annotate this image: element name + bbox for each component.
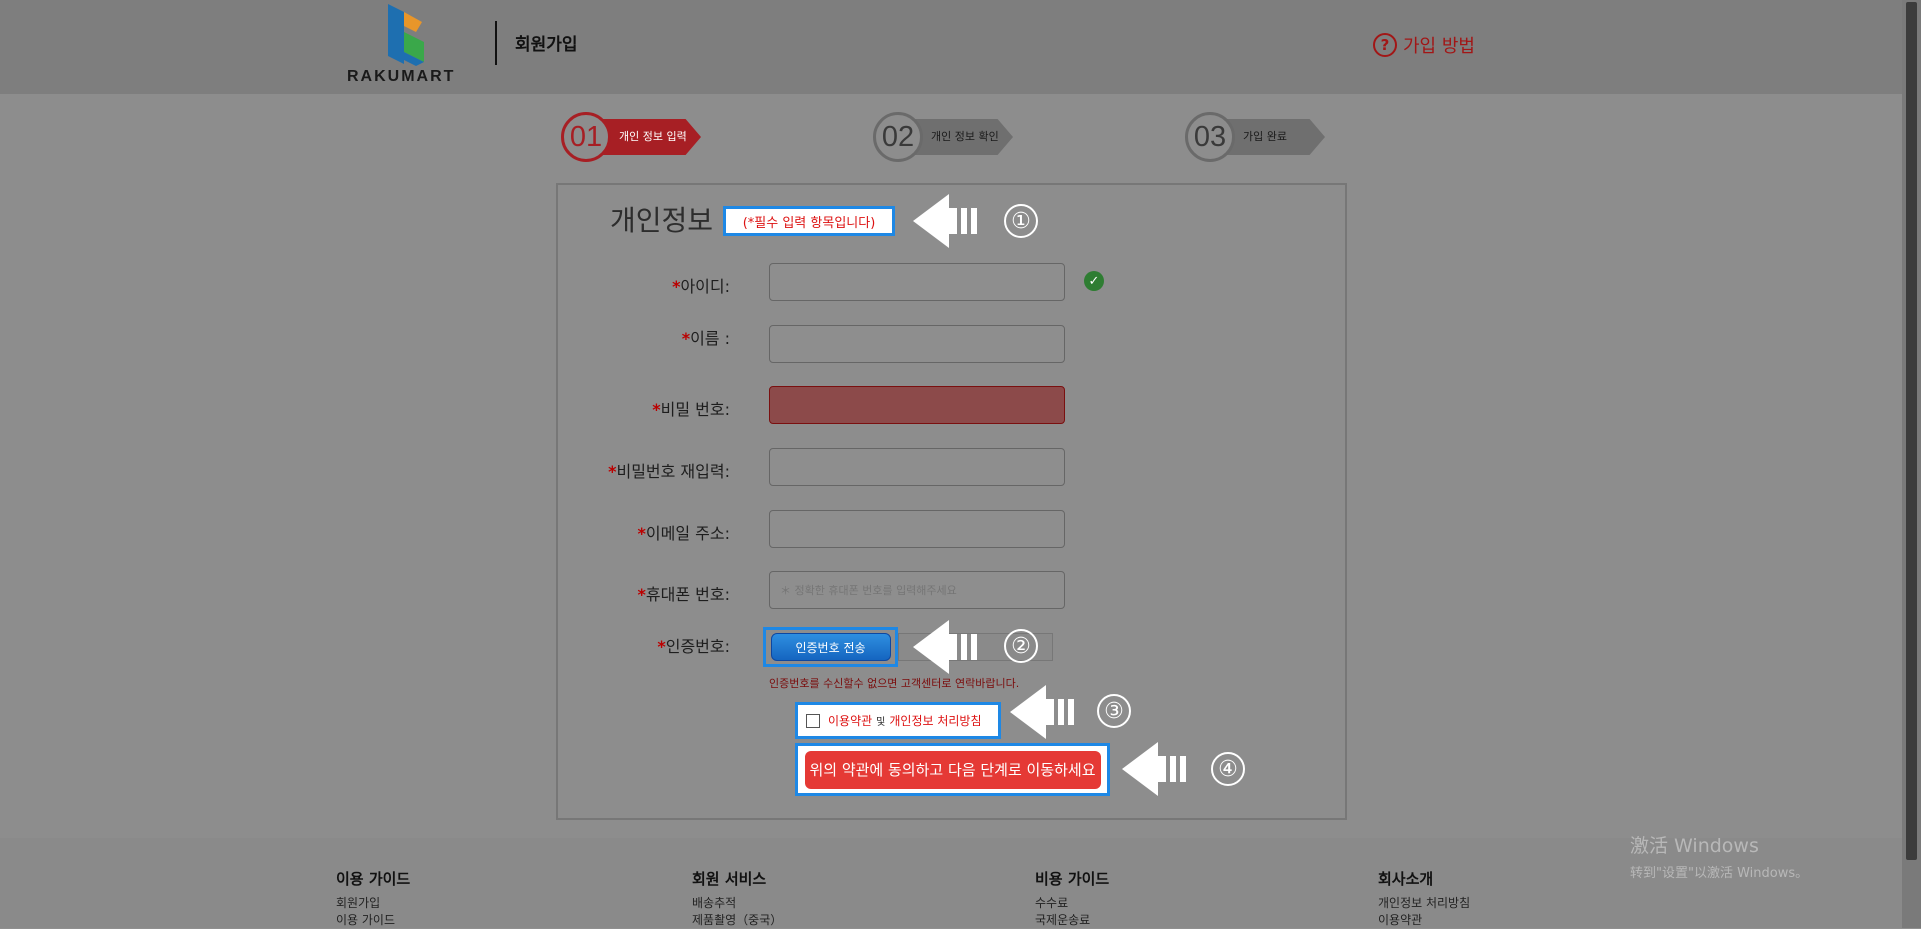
terms-and-text: 및 (876, 717, 886, 728)
agree-next-button[interactable]: 위의 약관에 동의하고 다음 단계로 이동하세요 (804, 750, 1101, 789)
footer-link[interactable]: 이용약관 (1378, 912, 1470, 929)
annotation-number: ② (1004, 629, 1038, 663)
required-note: (*필수 입력 항목입니다) (723, 206, 895, 236)
page: RAKUMART 회원가입 ? 가입 방법 개인 정보 입력 01 개인 정보 … (0, 0, 1902, 928)
page-title: 회원가입 (515, 35, 578, 55)
phone-input[interactable] (769, 571, 1065, 609)
footer-link[interactable]: 개인정보 처리방침 (1378, 895, 1470, 912)
step-number: 02 (873, 112, 923, 162)
check-valid-icon: ✓ (1084, 271, 1104, 291)
footer-heading: 이용 가이드 (336, 870, 411, 888)
verify-help-text: 인증번호를 수신할수 없으면 고객센터로 연락바랍니다. (769, 677, 1020, 690)
pointer-arrow-icon (1122, 742, 1186, 796)
id-input[interactable] (769, 263, 1065, 301)
terms-link[interactable]: 이용약관 (828, 712, 872, 729)
id-label: *아이디: (672, 277, 730, 296)
form-title: 개인정보 (610, 204, 714, 237)
footer-column-member: 회원 서비스 배송추적 제품촬영（중국） (692, 868, 782, 929)
password-confirm-label: *비밀번호 재입력: (608, 462, 730, 481)
privacy-link[interactable]: 개인정보 처리방침 (889, 712, 981, 729)
footer-heading: 회사소개 (1378, 870, 1434, 888)
footer-link[interactable]: 제품촬영（중국） (692, 912, 782, 929)
footer-column-company: 회사소개 개인정보 처리방침 이용약관 (1378, 868, 1470, 929)
terms-consent: 이용약관 및 개인정보 처리방침 (795, 702, 1001, 739)
footer (0, 838, 1902, 928)
name-label: *이름 : (681, 329, 730, 348)
watermark-line: 转到"设置"以激活 Windows。 (1630, 866, 1809, 881)
step-number: 01 (561, 112, 611, 162)
question-circle-icon: ? (1373, 33, 1397, 57)
terms-checkbox[interactable] (806, 713, 820, 728)
annotation-number: ③ (1097, 694, 1131, 728)
watermark-line: 激活 Windows (1630, 835, 1759, 857)
footer-column-guide: 이용 가이드 회원가입 이용 가이드 (336, 868, 410, 929)
footer-link[interactable]: 배송추적 (692, 895, 782, 912)
help-link[interactable]: ? 가입 방법 (1373, 32, 1475, 58)
step-number: 03 (1185, 112, 1235, 162)
footer-heading: 비용 가이드 (1035, 870, 1110, 888)
email-input[interactable] (769, 510, 1065, 548)
header (0, 0, 1902, 94)
password-confirm-input[interactable] (769, 448, 1065, 486)
footer-link[interactable]: 수수료 (1035, 895, 1109, 912)
pointer-arrow-icon (913, 620, 977, 674)
pointer-arrow-icon (913, 194, 977, 248)
annotation-number: ④ (1211, 752, 1245, 786)
name-input[interactable] (769, 325, 1065, 363)
footer-heading: 회원 서비스 (692, 870, 767, 888)
footer-column-cost: 비용 가이드 수수료 국제운송료 (1035, 868, 1109, 929)
password-input[interactable] (769, 386, 1065, 424)
verify-label: *인증번호: (657, 637, 730, 656)
agree-highlight: 위의 약관에 동의하고 다음 단계로 이동하세요 (795, 743, 1110, 796)
annotation-number: ① (1004, 204, 1038, 238)
help-link-label: 가입 방법 (1403, 36, 1475, 57)
verify-highlight: 인증번호 전송 (763, 627, 898, 667)
header-divider (495, 21, 497, 65)
windows-activation-watermark: 激活 Windows 转到"设置"以激活 Windows。 (1630, 831, 1808, 881)
send-code-button[interactable]: 인증번호 전송 (770, 633, 891, 661)
footer-link[interactable]: 이용 가이드 (336, 912, 410, 929)
email-label: *이메일 주소: (637, 524, 730, 543)
footer-link[interactable]: 국제운송료 (1035, 912, 1109, 929)
pointer-arrow-icon (1010, 685, 1074, 739)
vertical-scrollbar[interactable] (1902, 0, 1921, 928)
footer-link[interactable]: 회원가입 (336, 895, 410, 912)
password-label: *비밀 번호: (652, 400, 730, 419)
phone-label: *휴대폰 번호: (637, 585, 730, 604)
logo-wordmark: RAKUMART (347, 68, 456, 85)
scrollbar-thumb[interactable] (1906, 2, 1917, 860)
